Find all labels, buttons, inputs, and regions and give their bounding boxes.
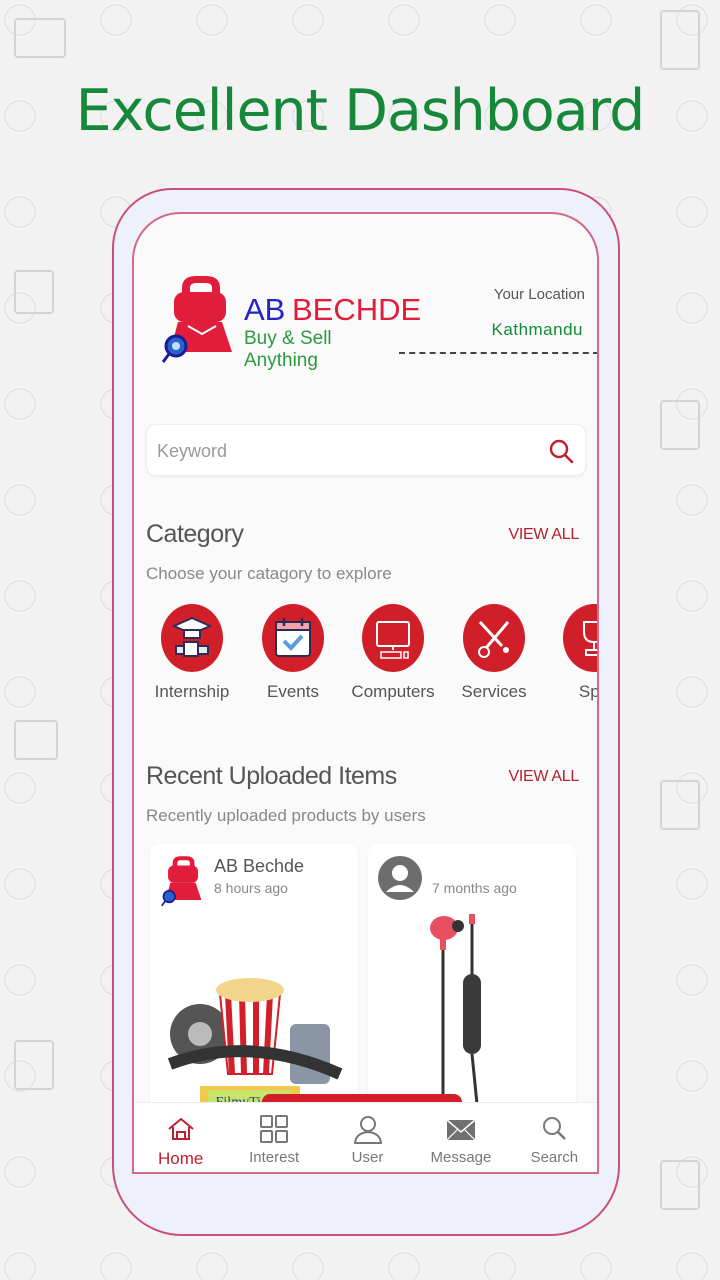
shopping-bag-person-icon — [161, 276, 232, 363]
logo-text-ab: AB — [244, 292, 286, 327]
category-internship[interactable]: Internship — [142, 604, 242, 702]
grid-icon — [260, 1115, 289, 1143]
nav-home[interactable]: Home — [134, 1103, 227, 1172]
category-label: Services — [461, 682, 527, 701]
movie-popcorn-ticket-image: FilmyTicket — [167, 978, 343, 1112]
app-logo[interactable]: AB BECHDE Buy & Sell Anything — [160, 274, 421, 371]
category-computers[interactable]: Computers — [343, 604, 443, 702]
upload-time: 8 hours ago — [214, 880, 288, 896]
calculator-icon — [660, 400, 700, 450]
nav-interest[interactable]: Interest — [227, 1103, 320, 1172]
nav-message[interactable]: Message — [414, 1103, 507, 1172]
nav-search[interactable]: Search — [508, 1103, 597, 1172]
red-earphones-image — [430, 914, 481, 1114]
nav-label: Message — [430, 1149, 492, 1166]
location-label: Your Location — [493, 286, 585, 303]
category-label: Computers — [351, 682, 435, 701]
category-title: Category — [146, 520, 244, 548]
search-bar — [146, 424, 586, 476]
calculator-icon — [660, 10, 700, 70]
category-subtitle: Choose your catagory to explore — [146, 564, 392, 583]
seller-name: AB Bechde — [214, 856, 305, 876]
nav-user[interactable]: User — [321, 1103, 414, 1172]
home-icon — [168, 1117, 194, 1140]
for-rent-sign-icon — [14, 18, 66, 58]
calculator-icon — [660, 1160, 700, 1210]
category-view-all-link[interactable]: VIEW ALL — [508, 526, 579, 544]
nav-label: Home — [158, 1149, 204, 1168]
category-list: Internship Events Computers Services Sp — [134, 604, 599, 714]
bottom-navigation: Home Interest User Message Search — [134, 1102, 597, 1172]
calculator-icon — [14, 270, 54, 314]
location-underline — [399, 352, 597, 354]
recent-items-title: Recent Uploaded Items — [146, 762, 397, 790]
calendar-check-icon — [262, 604, 324, 672]
recent-items-list: AB Bechde 8 hours ago FilmyTicket — [150, 844, 597, 1114]
default-user-avatar — [378, 856, 422, 900]
upload-time: 7 months ago — [432, 880, 517, 896]
logo-tagline: Buy & Sell Anything — [244, 328, 332, 371]
category-label: Spo — [578, 682, 599, 701]
nav-label: User — [351, 1149, 384, 1166]
calculator-icon — [660, 780, 700, 830]
graduation-cap-icon — [161, 604, 223, 672]
category-label: Events — [267, 682, 319, 701]
nav-label: Interest — [249, 1149, 300, 1166]
location-selector[interactable]: Kathmandu — [492, 320, 583, 340]
keyword-search-input[interactable] — [157, 435, 537, 467]
app-screen: AB BECHDE Buy & Sell Anything Your Locat… — [132, 212, 599, 1174]
seller-avatar — [161, 856, 202, 907]
calculator-icon — [14, 1040, 54, 1090]
category-sports[interactable]: Spo — [544, 604, 599, 702]
recent-view-all-link[interactable]: VIEW ALL — [508, 768, 579, 786]
category-label: Internship — [154, 682, 230, 701]
promo-headline: Excellent Dashboard — [75, 78, 646, 144]
desktop-computer-icon — [362, 604, 424, 672]
search-icon[interactable] — [547, 437, 575, 465]
category-events[interactable]: Events — [243, 604, 343, 702]
logo-text-bechde: BECHDE — [292, 292, 422, 327]
item-card[interactable]: AB Bechde 8 hours ago FilmyTicket — [150, 844, 358, 1114]
recent-items-subtitle: Recently uploaded products by users — [146, 806, 426, 825]
nav-label: Search — [530, 1149, 579, 1166]
tools-icon — [463, 604, 525, 672]
category-services[interactable]: Services — [444, 604, 544, 702]
monitor-icon — [14, 720, 58, 760]
envelope-icon — [446, 1119, 476, 1141]
item-card[interactable]: 7 months ago — [368, 844, 576, 1114]
user-icon — [353, 1116, 382, 1144]
trophy-icon — [563, 604, 597, 672]
search-icon — [543, 1117, 567, 1140]
